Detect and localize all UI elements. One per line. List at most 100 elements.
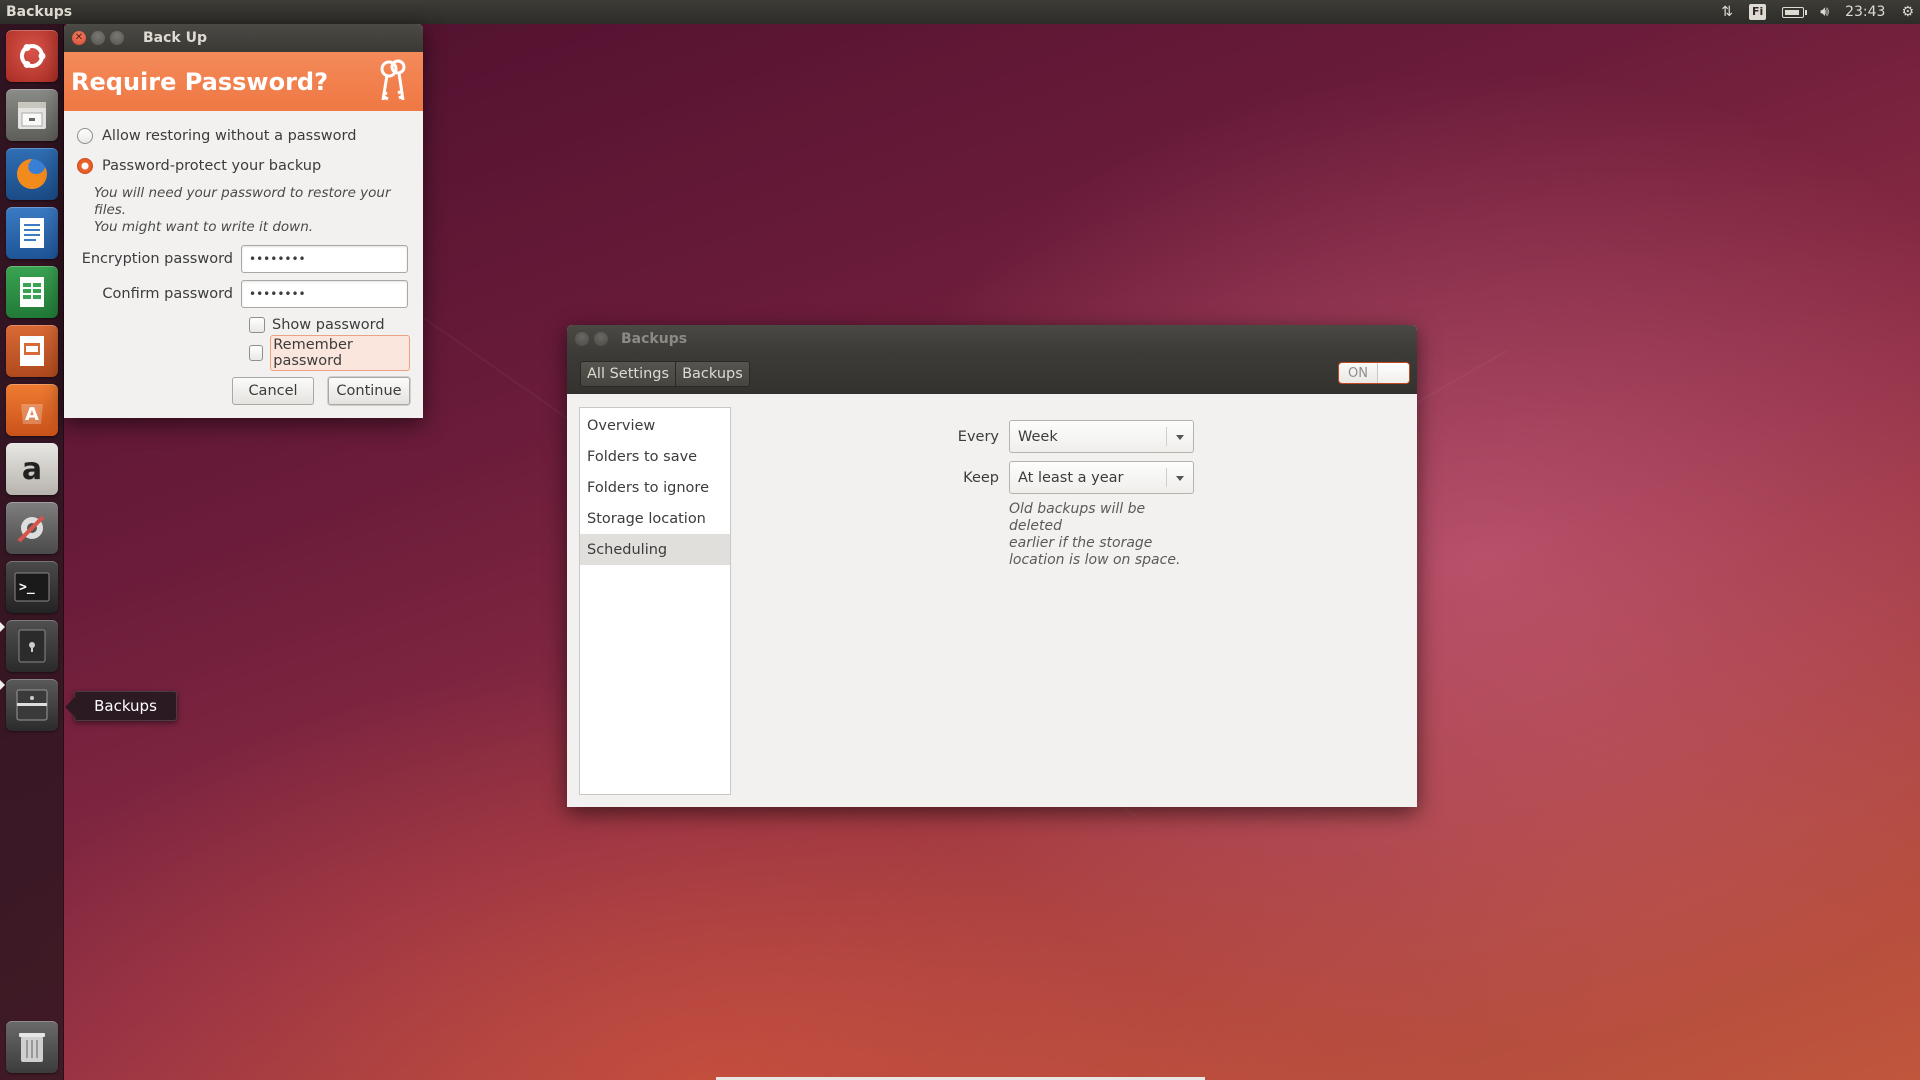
firefox-icon — [17, 159, 47, 189]
network-icon[interactable]: ⇅ — [1721, 4, 1733, 20]
dialog-titlebar[interactable]: ✕ Back Up — [64, 24, 423, 52]
backups-sidebar: Overview Folders to save Folders to igno… — [579, 407, 731, 795]
switch-label: ON — [1348, 365, 1368, 381]
file-cabinet-icon — [18, 102, 46, 129]
password-hint: You will need your password to restore y… — [94, 185, 410, 236]
spreadsheet-icon — [20, 277, 44, 307]
calc-button[interactable] — [6, 266, 58, 318]
continue-button[interactable]: Continue — [328, 377, 410, 405]
backups-settings-window: Backups All Settings Backups ON Overview… — [567, 325, 1417, 807]
option-label: Password-protect your backup — [102, 158, 322, 174]
backups-safe-icon — [16, 689, 48, 721]
window-titlebar[interactable]: Backups — [567, 325, 1417, 353]
dialog-body: Allow restoring without a password Passw… — [64, 111, 423, 371]
writer-button[interactable] — [6, 207, 58, 259]
backups-launcher-button[interactable] — [6, 679, 58, 731]
confirm-password-row: Confirm password •••••••• — [77, 280, 410, 308]
indicator-area: ⇅ Fi 🔊︎ 23:43 ⚙ — [1721, 0, 1914, 24]
launcher-tooltip: Backups — [65, 691, 177, 721]
chevron-down-icon — [1176, 435, 1184, 440]
back-up-dialog: ✕ Back Up Require Password? Allow restor… — [64, 24, 423, 418]
system-settings-button[interactable] — [6, 502, 58, 554]
dialog-heading: Require Password? — [71, 67, 329, 96]
switch-knob[interactable] — [1377, 363, 1409, 383]
terminal-button[interactable]: >_ — [6, 561, 58, 613]
settings-toolbar: All Settings Backups ON — [567, 353, 1417, 394]
amazon-button[interactable]: a — [6, 443, 58, 495]
amazon-icon: a — [21, 451, 43, 487]
window-title: Backups — [621, 331, 688, 347]
software-center-button[interactable]: A — [6, 384, 58, 436]
impress-button[interactable] — [6, 325, 58, 377]
keep-label: Keep — [963, 469, 999, 486]
trash-icon — [19, 1033, 45, 1062]
breadcrumb-all-settings[interactable]: All Settings — [580, 360, 677, 387]
battery-icon[interactable] — [1782, 6, 1808, 18]
radio-button-selected[interactable] — [77, 158, 93, 174]
radio-button[interactable] — [77, 128, 93, 144]
ubuntu-logo-icon — [20, 44, 46, 68]
volume-icon[interactable]: 🔊︎ — [1820, 4, 1829, 20]
cancel-button[interactable]: Cancel — [232, 377, 314, 405]
active-app-title: Backups — [6, 4, 73, 20]
encryption-password-row: Encryption password •••••••• — [77, 245, 410, 273]
trash-button[interactable] — [6, 1021, 58, 1073]
encryption-password-label: Encryption password — [81, 251, 233, 267]
remember-password-checkbox[interactable] — [249, 345, 264, 361]
shopping-bag-icon: A — [21, 404, 43, 425]
breadcrumb: All Settings Backups — [580, 360, 750, 387]
svg-text:>_: >_ — [19, 580, 35, 595]
keyring-button[interactable] — [6, 620, 58, 672]
every-row: Every Week — [953, 420, 1194, 453]
every-label: Every — [957, 428, 999, 445]
minimize-button[interactable] — [91, 31, 105, 45]
checkbox-label: Show password — [272, 317, 385, 333]
files-button[interactable] — [6, 89, 58, 141]
gear-icon[interactable]: ⚙ — [1901, 4, 1914, 20]
remember-password-option[interactable]: Remember password — [249, 335, 410, 371]
minimize-button[interactable] — [594, 332, 608, 346]
maximize-button[interactable] — [110, 31, 124, 45]
show-password-checkbox[interactable] — [249, 317, 265, 333]
presentation-icon — [20, 336, 44, 366]
option-label: Allow restoring without a password — [102, 128, 357, 144]
keep-note: Old backups will be deleted earlier if t… — [1009, 501, 1189, 569]
sidebar-item-folders-to-save[interactable]: Folders to save — [580, 441, 730, 472]
hint-line: You will need your password to restore y… — [94, 185, 391, 218]
hint-line: You might want to write it down. — [94, 219, 314, 235]
terminal-icon: >_ — [14, 572, 50, 602]
settings-tools-icon — [17, 515, 45, 543]
note-line: location is low on space. — [1009, 552, 1181, 568]
keep-dropdown[interactable]: At least a year — [1009, 461, 1194, 494]
dash-button[interactable] — [6, 30, 58, 82]
running-indicator — [0, 680, 5, 690]
document-icon — [20, 218, 44, 248]
confirm-password-field[interactable]: •••••••• — [241, 280, 408, 308]
sidebar-item-overview[interactable]: Overview — [580, 410, 730, 441]
clock[interactable]: 23:43 — [1845, 4, 1885, 20]
keyboard-layout-indicator[interactable]: Fi — [1748, 4, 1767, 20]
sidebar-item-storage-location[interactable]: Storage location — [580, 503, 730, 534]
dialog-buttons: Cancel Continue — [232, 377, 410, 405]
safe-icon — [18, 629, 46, 663]
dialog-title: Back Up — [143, 30, 207, 46]
sidebar-item-folders-to-ignore[interactable]: Folders to ignore — [580, 472, 730, 503]
firefox-button[interactable] — [6, 148, 58, 200]
dialog-header: Require Password? — [64, 52, 423, 111]
allow-without-password-option[interactable]: Allow restoring without a password — [77, 125, 410, 147]
every-dropdown[interactable]: Week — [1009, 420, 1194, 453]
launcher: A a >_ — [0, 24, 64, 1080]
close-button[interactable] — [575, 332, 589, 346]
dropdown-separator — [1166, 468, 1167, 487]
svg-text:A: A — [25, 404, 39, 425]
password-protect-option[interactable]: Password-protect your backup — [77, 155, 410, 177]
close-button[interactable]: ✕ — [72, 31, 86, 45]
sidebar-item-scheduling[interactable]: Scheduling — [580, 534, 730, 565]
top-panel: Backups ⇅ Fi 🔊︎ 23:43 ⚙ — [0, 0, 1920, 24]
note-line: Old backups will be deleted — [1009, 501, 1146, 534]
checkbox-label: Remember password — [270, 335, 410, 371]
backups-on-switch[interactable]: ON — [1338, 362, 1410, 384]
breadcrumb-backups[interactable]: Backups — [676, 360, 750, 387]
confirm-password-label: Confirm password — [102, 286, 233, 302]
encryption-password-field[interactable]: •••••••• — [241, 245, 408, 273]
